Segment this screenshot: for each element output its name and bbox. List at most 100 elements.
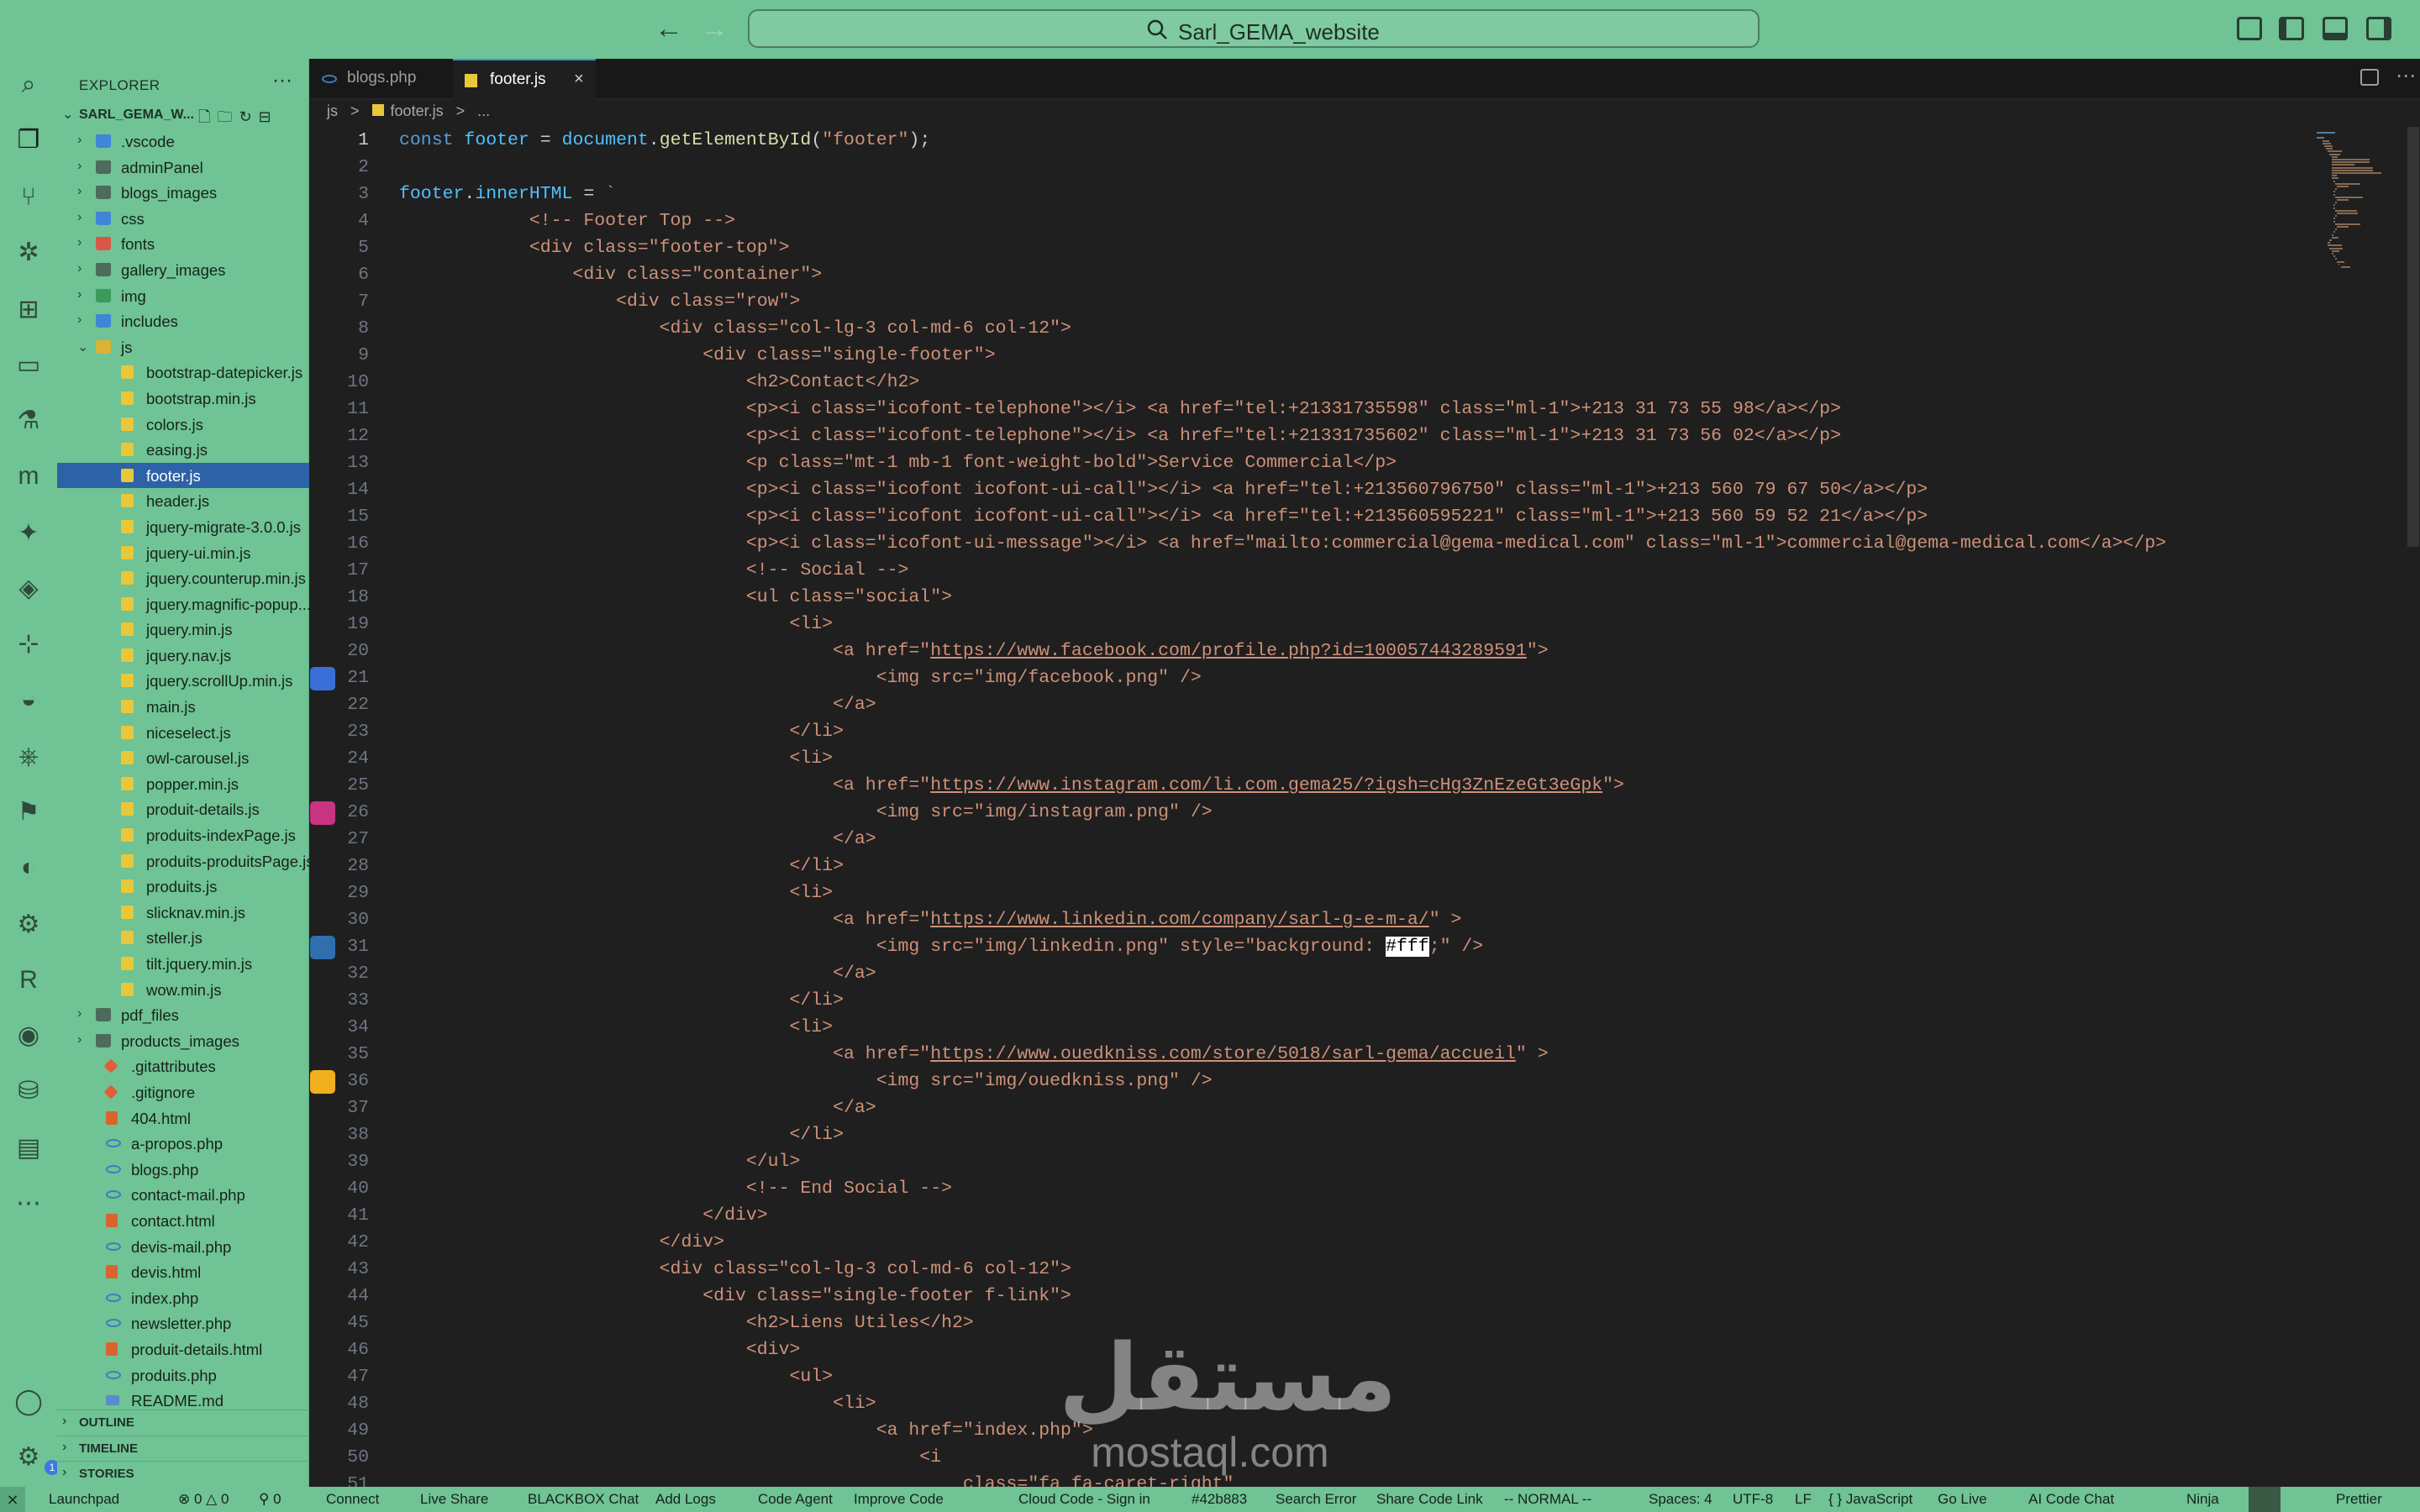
code-line[interactable]: 30 <a href="https://www.linkedin.com/com…: [310, 906, 2310, 933]
tree-file[interactable]: produit-details.html: [57, 1336, 309, 1362]
tree-file[interactable]: jquery-ui.min.js: [57, 540, 309, 566]
code-line[interactable]: 21 <img src="img/facebook.png" />: [310, 664, 2310, 691]
toggle-secondary-sidebar-icon[interactable]: [2366, 17, 2391, 40]
stories-section[interactable]: › STORIES: [57, 1461, 309, 1486]
tree-file[interactable]: jquery.magnific-popup....: [57, 591, 315, 617]
status-ports[interactable]: ⚲ 0: [259, 1491, 281, 1508]
code-line[interactable]: 14 <p><i class="icofont icofont-ui-call"…: [310, 476, 2310, 503]
code-line[interactable]: 29 <li>: [310, 879, 2310, 906]
edge-icon[interactable]: ◐: [14, 853, 43, 882]
tree-file[interactable]: niceselect.js: [57, 720, 309, 746]
code-line[interactable]: 27 </a>: [310, 826, 2310, 853]
tree-file[interactable]: jquery.scrollUp.min.js: [57, 668, 309, 694]
sparkle-icon[interactable]: ✦: [14, 519, 43, 548]
tree-file[interactable]: footer.js: [57, 462, 309, 489]
code-line[interactable]: 5 <div class="footer-top">: [310, 234, 2310, 261]
tree-file[interactable]: produits-produitsPage.js: [57, 848, 314, 874]
tree-file[interactable]: contact-mail.php: [57, 1182, 309, 1208]
docker-icon[interactable]: ⊹: [14, 630, 43, 659]
tree-file[interactable]: produits.js: [57, 874, 309, 900]
tree-file[interactable]: a-propos.php: [57, 1131, 309, 1157]
tree-file[interactable]: bootstrap.min.js: [57, 386, 309, 412]
tree-folder[interactable]: › gallery_images: [57, 257, 309, 283]
database-icon[interactable]: ⛁: [14, 1077, 43, 1105]
tree-file[interactable]: contact.html: [57, 1208, 309, 1234]
code-line[interactable]: 34 <li>: [310, 1014, 2310, 1041]
code-line[interactable]: 39 </ul>: [310, 1148, 2310, 1175]
tree-file[interactable]: devis.html: [57, 1259, 309, 1285]
tree-file[interactable]: jquery-migrate-3.0.0.js: [57, 514, 309, 540]
search-icon[interactable]: ⌕: [14, 71, 43, 99]
tab-footer-js[interactable]: footer.js ×: [453, 59, 596, 99]
code-line[interactable]: 8 <div class="col-lg-3 col-md-6 col-12">: [310, 315, 2310, 342]
tree-folder[interactable]: › img: [57, 283, 309, 309]
tree-file[interactable]: owl-carousel.js: [57, 745, 309, 771]
code-line[interactable]: 44 <div class="single-footer f-link">: [310, 1283, 2310, 1310]
tree-file[interactable]: main.js: [57, 694, 309, 720]
tree-folder[interactable]: › includes: [57, 308, 309, 334]
code-line[interactable]: 35 <a href="https://www.ouedkniss.com/st…: [310, 1041, 2310, 1068]
extensions-icon[interactable]: ⊞: [14, 296, 43, 324]
tree-file[interactable]: easing.js: [57, 437, 309, 463]
status-indentation[interactable]: Spaces: 4: [1649, 1491, 1712, 1508]
kubernetes-icon[interactable]: ⎈: [14, 743, 43, 771]
testing-icon[interactable]: ⚗: [14, 407, 43, 435]
status-cloud-code[interactable]: Cloud Code - Sign in: [1018, 1491, 1150, 1508]
customize-layout-icon[interactable]: [2237, 17, 2262, 40]
more-icon[interactable]: ⋯: [14, 1189, 43, 1218]
arrow-right-icon[interactable]: →: [697, 12, 731, 45]
more-actions-icon[interactable]: ···: [272, 69, 292, 92]
outline-section[interactable]: › OUTLINE: [57, 1410, 309, 1435]
tree-file[interactable]: produits.php: [57, 1362, 309, 1389]
code-line[interactable]: 13 <p class="mt-1 mb-1 font-weight-bold"…: [310, 449, 2310, 476]
status-color[interactable]: #42b883: [1192, 1491, 1247, 1508]
tree-file[interactable]: jquery.counterup.min.js: [57, 565, 309, 591]
tree-folder[interactable]: › .vscode: [57, 129, 309, 155]
status-go-live[interactable]: Go Live: [1938, 1491, 1987, 1508]
code-line[interactable]: 12 <p><i class="icofont-telephone"></i> …: [310, 423, 2310, 449]
tree-file[interactable]: jquery.nav.js: [57, 643, 309, 669]
code-line[interactable]: 9 <div class="single-footer">: [310, 342, 2310, 369]
status-eol[interactable]: LF: [1795, 1491, 1812, 1508]
tree-file[interactable]: header.js: [57, 488, 309, 514]
breadcrumb-folder[interactable]: js: [327, 102, 338, 119]
tree-folder[interactable]: ⌄ js: [57, 334, 309, 360]
run-debug-icon[interactable]: ✲: [14, 239, 43, 267]
python-icon[interactable]: ◈: [14, 575, 43, 603]
tree-file[interactable]: blogs.php: [57, 1157, 309, 1183]
code-line[interactable]: 2: [310, 154, 2310, 181]
code-line[interactable]: 24 <li>: [310, 745, 2310, 772]
status-ai-code-chat[interactable]: AI Code Chat: [2028, 1491, 2114, 1508]
status-ninja[interactable]: Ninja: [2186, 1491, 2219, 1508]
tree-file[interactable]: tilt.jquery.min.js: [57, 951, 309, 977]
code-line[interactable]: 25 <a href="https://www.instagram.com/li…: [310, 772, 2310, 799]
tree-folder[interactable]: › adminPanel: [57, 155, 309, 181]
remote-explorer-icon[interactable]: ▭: [14, 351, 43, 380]
bell-slash-icon[interactable]: [2249, 1487, 2281, 1512]
code-line[interactable]: 10 <h2>Contact</h2>: [310, 369, 2310, 396]
code-line[interactable]: 17 <!-- Social -->: [310, 557, 2310, 584]
remote-indicator-icon[interactable]: ⨯: [0, 1487, 25, 1512]
status-launchpad[interactable]: Launchpad: [49, 1491, 119, 1508]
code-line[interactable]: 16 <p><i class="icofont-ui-message"></i>…: [310, 530, 2310, 557]
status-share-code-link[interactable]: Share Code Link: [1376, 1491, 1483, 1508]
code-line[interactable]: 3 footer.innerHTML = `: [310, 181, 2310, 207]
arrow-left-icon[interactable]: ←: [652, 12, 686, 45]
code-line[interactable]: 38 </li>: [310, 1121, 2310, 1148]
account-icon[interactable]: ◯: [14, 1388, 43, 1416]
code-line[interactable]: 4 <!-- Footer Top -->: [310, 207, 2310, 234]
tree-file[interactable]: produit-details.js: [57, 796, 309, 822]
whale-icon[interactable]: ◒: [14, 685, 43, 714]
tab-blogs-php[interactable]: blogs.php: [310, 59, 453, 99]
tree-file[interactable]: produits-indexPage.js: [57, 822, 309, 848]
code-line[interactable]: 19 <li>: [310, 611, 2310, 638]
code-line[interactable]: 6 <div class="container">: [310, 261, 2310, 288]
stack-icon[interactable]: ▤: [14, 1134, 43, 1163]
tree-file[interactable]: newsletter.php: [57, 1310, 309, 1336]
tree-folder[interactable]: › fonts: [57, 231, 309, 257]
tree-file[interactable]: index.php: [57, 1285, 309, 1311]
tree-file[interactable]: .gitattributes: [57, 1053, 309, 1079]
tree-file[interactable]: colors.js: [57, 412, 309, 438]
tree-file[interactable]: bootstrap-datepicker.js: [57, 360, 309, 386]
explorer-icon[interactable]: ❐: [14, 126, 43, 155]
